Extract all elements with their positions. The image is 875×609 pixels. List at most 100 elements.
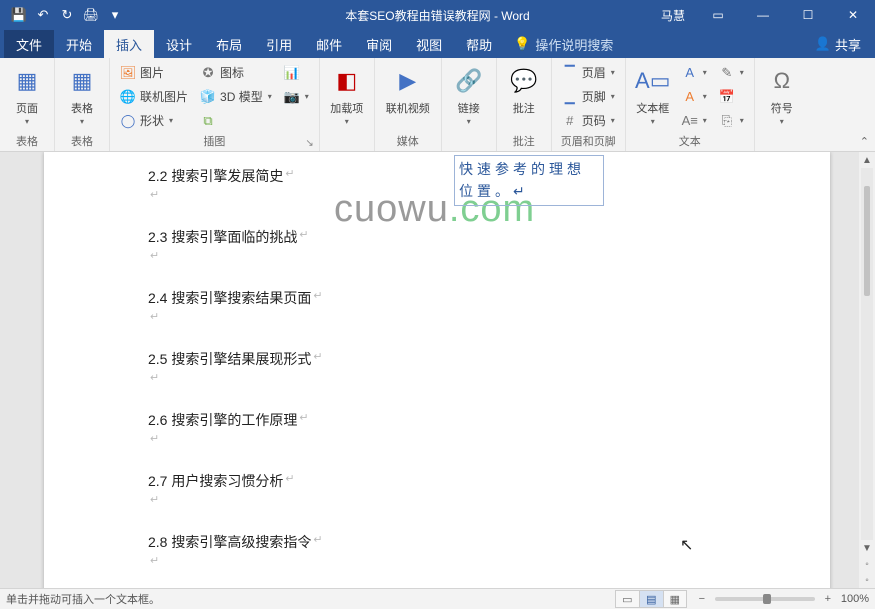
date-time-button[interactable]: 📅 <box>714 85 749 108</box>
close-button[interactable]: ✕ <box>831 0 875 30</box>
pages-label: 页面 <box>16 100 38 116</box>
text-box-label: 文本框 <box>636 100 669 116</box>
quick-parts-button[interactable]: A▾ <box>677 61 712 84</box>
toc-entry[interactable]: 2.4 搜索引擎搜索结果页面↵ <box>148 288 740 309</box>
page-content[interactable]: 2.2 搜索引擎发展简史↵ ↵ 2.3 搜索引擎面临的挑战↵ ↵ 2.4 搜索引… <box>44 152 830 588</box>
user-name[interactable]: 马慧 <box>651 7 695 24</box>
video-icon: ▶ <box>392 65 424 97</box>
header-button[interactable]: ▔页眉▾ <box>557 61 620 84</box>
scroll-track[interactable] <box>861 168 873 540</box>
tab-review[interactable]: 审阅 <box>354 30 404 58</box>
ribbon-options-button[interactable]: ▭ <box>696 0 740 30</box>
table-label: 表格 <box>71 100 93 116</box>
tab-design[interactable]: 设计 <box>154 30 204 58</box>
minimize-button[interactable]: ― <box>741 0 785 30</box>
zoom-out-button[interactable]: − <box>695 592 709 606</box>
group-pages-label: 表格 <box>5 132 49 150</box>
page[interactable]: cuowu.com 快速参考的理想位置。↵ 2.2 搜索引擎发展简史↵ ↵ 2.… <box>44 152 830 588</box>
shapes-button[interactable]: ◯形状▾ <box>115 109 193 132</box>
scroll-up-button[interactable]: ▲ <box>859 152 875 168</box>
screenshot-button[interactable]: 📷▾ <box>279 85 314 108</box>
chevron-down-icon: ▾ <box>703 68 707 77</box>
addins-button[interactable]: ◧ 加载项 ▾ <box>325 61 369 131</box>
next-page-button[interactable]: ◦ <box>859 572 875 588</box>
chart-button[interactable]: 📊 <box>279 61 314 84</box>
smartart-button[interactable]: ⧉ <box>195 109 277 132</box>
chevron-down-icon: ▾ <box>651 117 655 126</box>
tab-layout[interactable]: 布局 <box>204 30 254 58</box>
smartart-icon: ⧉ <box>200 113 216 129</box>
links-button[interactable]: 🔗 链接 ▾ <box>447 61 491 131</box>
tab-mail[interactable]: 邮件 <box>304 30 354 58</box>
vertical-scrollbar[interactable]: ▲ ▼ ◦ ◦ <box>859 152 875 588</box>
tab-home[interactable]: 开始 <box>54 30 104 58</box>
scroll-thumb[interactable] <box>864 186 870 296</box>
symbol-button[interactable]: Ω 符号 ▾ <box>760 61 804 131</box>
3d-models-button[interactable]: 🧊3D 模型▾ <box>195 85 277 108</box>
group-illustrations-label: 插图↘ <box>115 132 314 150</box>
scroll-down-button[interactable]: ▼ <box>859 540 875 556</box>
tab-references[interactable]: 引用 <box>254 30 304 58</box>
online-picture-icon: 🌐 <box>120 89 136 105</box>
pages-button[interactable]: ▦ 页面 ▾ <box>5 61 49 131</box>
zoom-level[interactable]: 100% <box>841 593 869 605</box>
footer-icon: ▁ <box>562 89 578 105</box>
previous-page-button[interactable]: ◦ <box>859 556 875 572</box>
para-mark-icon: ↵ <box>285 166 294 187</box>
toc-entry[interactable]: 2.5 搜索引擎结果展现形式↵ <box>148 349 740 370</box>
toc-entry[interactable]: 2.7 用户搜索习惯分析↵ <box>148 471 740 492</box>
wordart-button[interactable]: A▾ <box>677 85 712 108</box>
tab-help[interactable]: 帮助 <box>454 30 504 58</box>
header-label: 页眉 <box>582 64 606 81</box>
icons-button[interactable]: ✪图标 <box>195 61 277 84</box>
header-icon: ▔ <box>562 65 578 81</box>
para-mark-icon: ↵ <box>313 349 322 370</box>
shapes-label: 形状 <box>140 112 164 129</box>
page-number-button[interactable]: #页码▾ <box>557 109 620 132</box>
document-area[interactable]: cuowu.com 快速参考的理想位置。↵ 2.2 搜索引擎发展简史↵ ↵ 2.… <box>0 152 859 588</box>
para-mark-icon: ↵ <box>299 410 308 431</box>
dialog-launcher-icon[interactable]: ↘ <box>305 138 313 149</box>
tab-file[interactable]: 文件 <box>4 30 54 58</box>
page-number-label: 页码 <box>582 112 606 129</box>
customize-qat-button[interactable]: ▾ <box>104 4 126 26</box>
text-box-button[interactable]: A▭ 文本框 ▾ <box>631 61 675 131</box>
para-mark-icon: ↵ <box>150 553 159 573</box>
collapse-ribbon-button[interactable]: ⌃ <box>860 135 869 148</box>
tab-view[interactable]: 视图 <box>404 30 454 58</box>
read-mode-button[interactable]: ▭ <box>615 590 639 608</box>
page-icon: ▦ <box>11 65 43 97</box>
chevron-down-icon: ▾ <box>611 116 615 125</box>
group-comments-label: 批注 <box>502 132 546 150</box>
share-label: 共享 <box>835 35 861 54</box>
undo-button[interactable]: ↶ <box>32 4 54 26</box>
redo-button[interactable]: ↻ <box>56 4 78 26</box>
zoom-slider[interactable] <box>715 597 815 601</box>
online-pictures-button[interactable]: 🌐联机图片 <box>115 85 193 108</box>
zoom-slider-thumb[interactable] <box>763 594 771 604</box>
zoom-in-button[interactable]: + <box>821 592 835 606</box>
comment-button[interactable]: 💬 批注 <box>502 61 546 131</box>
footer-button[interactable]: ▁页脚▾ <box>557 85 620 108</box>
online-video-button[interactable]: ▶ 联机视频 <box>380 61 436 131</box>
pictures-button[interactable]: 🖼图片 <box>115 61 193 84</box>
share-button[interactable]: 👤 共享 <box>801 30 875 58</box>
toc-entry[interactable]: 2.8 搜索引擎高级搜索指令↵ <box>148 532 740 553</box>
tell-me-search[interactable]: 💡 操作说明搜索 <box>504 30 623 58</box>
drop-cap-button[interactable]: A≡▾ <box>677 109 712 132</box>
quick-print-button[interactable]: 🖨 <box>80 4 102 26</box>
group-tables: ▦ 表格 ▾ 表格 <box>55 58 110 151</box>
para-mark-icon: ↵ <box>313 532 322 553</box>
toc-entry[interactable]: 2.3 搜索引擎面临的挑战↵ <box>148 227 740 248</box>
print-layout-button[interactable]: ▤ <box>639 590 663 608</box>
para-mark-icon: ↵ <box>150 309 159 329</box>
table-button[interactable]: ▦ 表格 ▾ <box>60 61 104 131</box>
signature-button[interactable]: ✎▾ <box>714 61 749 84</box>
object-button[interactable]: ⎘▾ <box>714 109 749 132</box>
tab-insert[interactable]: 插入 <box>104 30 154 58</box>
maximize-button[interactable]: ☐ <box>786 0 830 30</box>
save-button[interactable]: 💾 <box>8 4 30 26</box>
web-layout-button[interactable]: ▦ <box>663 590 687 608</box>
toc-entry[interactable]: 2.6 搜索引擎的工作原理↵ <box>148 410 740 431</box>
toc-entry[interactable]: 2.2 搜索引擎发展简史↵ <box>148 166 740 187</box>
